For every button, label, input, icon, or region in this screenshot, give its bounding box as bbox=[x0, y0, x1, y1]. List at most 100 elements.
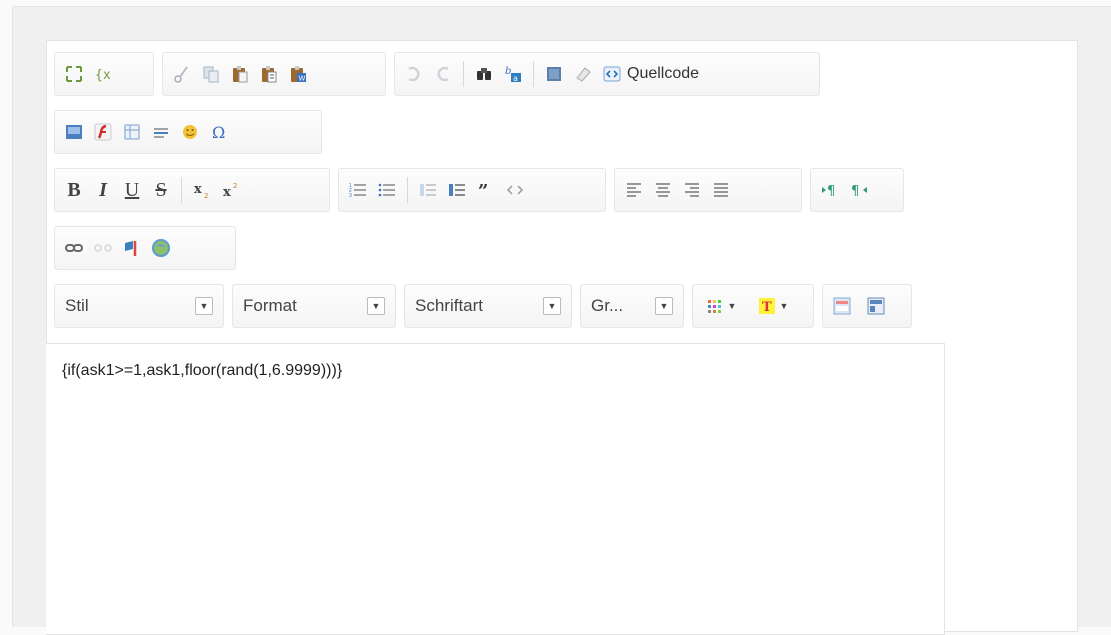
toolbar-group-insert: Ω bbox=[54, 110, 322, 154]
indent-icon bbox=[449, 184, 465, 196]
toolbar-row-5: Stil ▼ Format ▼ Schriftart ▼ Gr... ▼ ▼ T… bbox=[54, 284, 912, 328]
size-combo[interactable]: Gr... ▼ bbox=[580, 284, 684, 328]
special-char-button[interactable]: Ω bbox=[206, 117, 232, 147]
toolbar-group-align bbox=[614, 168, 802, 212]
cut-button[interactable] bbox=[169, 59, 195, 89]
templates-button[interactable] bbox=[863, 291, 889, 321]
select-all-icon bbox=[547, 67, 561, 81]
svg-text:2: 2 bbox=[233, 182, 237, 190]
svg-text:b: b bbox=[505, 66, 511, 77]
globe-icon bbox=[152, 239, 170, 257]
undo-button[interactable] bbox=[401, 59, 427, 89]
globe-button[interactable] bbox=[148, 233, 174, 263]
separator bbox=[181, 177, 182, 203]
underline-button[interactable]: U bbox=[119, 175, 145, 205]
bg-color-button[interactable]: T ▼ bbox=[751, 291, 795, 321]
paste-icon bbox=[233, 66, 248, 83]
blockquote-icon: ” bbox=[478, 181, 488, 199]
numbered-list-button[interactable]: 123 bbox=[345, 175, 371, 205]
separator bbox=[533, 61, 534, 87]
placeholder-button[interactable]: {x} bbox=[90, 59, 116, 89]
toolbar-group-colors: ▼ T ▼ bbox=[692, 284, 814, 328]
toolbar-group-tools bbox=[822, 284, 912, 328]
code-button[interactable] bbox=[502, 175, 528, 205]
editor-text[interactable]: {if(ask1>=1,ask1,floor(rand(1,6.9999)))} bbox=[62, 362, 342, 380]
image-icon bbox=[66, 125, 82, 139]
replace-button[interactable]: ba bbox=[500, 59, 526, 89]
bulleted-list-button[interactable] bbox=[374, 175, 400, 205]
select-all-button[interactable] bbox=[541, 59, 567, 89]
align-justify-button[interactable] bbox=[708, 175, 734, 205]
outdent-button[interactable] bbox=[415, 175, 441, 205]
anchor-icon bbox=[125, 241, 137, 256]
superscript-button[interactable]: x2 bbox=[218, 175, 244, 205]
source-button[interactable]: Quellcode bbox=[599, 59, 703, 89]
strike-button[interactable]: S bbox=[148, 175, 174, 205]
font-combo-label: Schriftart bbox=[415, 296, 484, 315]
copy-button[interactable] bbox=[198, 59, 224, 89]
maximize-button[interactable] bbox=[61, 59, 87, 89]
svg-text:{x}: {x} bbox=[95, 68, 112, 83]
toolbar-row-4 bbox=[54, 226, 236, 270]
italic-button[interactable]: I bbox=[90, 175, 116, 205]
ltr-icon: ¶ bbox=[822, 184, 835, 199]
show-blocks-icon bbox=[833, 297, 851, 315]
chevron-down-icon: ▼ bbox=[195, 297, 213, 315]
style-combo[interactable]: Stil ▼ bbox=[54, 284, 224, 328]
subscript-button[interactable]: x2 bbox=[189, 175, 215, 205]
smiley-icon bbox=[183, 125, 197, 139]
horizontal-rule-icon bbox=[154, 128, 168, 138]
font-combo[interactable]: Schriftart ▼ bbox=[404, 284, 572, 328]
rtl-button[interactable]: ¶ bbox=[846, 175, 872, 205]
redo-button[interactable] bbox=[430, 59, 456, 89]
find-icon bbox=[477, 68, 491, 80]
svg-text:2: 2 bbox=[204, 192, 208, 199]
align-right-icon bbox=[685, 183, 699, 197]
indent-button[interactable] bbox=[444, 175, 470, 205]
format-combo[interactable]: Format ▼ bbox=[232, 284, 396, 328]
bold-icon: B bbox=[67, 178, 81, 201]
align-left-icon bbox=[627, 183, 641, 197]
text-color-button[interactable]: ▼ bbox=[699, 291, 743, 321]
bg-color-icon: T bbox=[758, 298, 775, 315]
link-button[interactable] bbox=[61, 233, 87, 263]
superscript-icon: x2 bbox=[223, 182, 237, 199]
horizontal-rule-button[interactable] bbox=[148, 117, 174, 147]
anchor-button[interactable] bbox=[119, 233, 145, 263]
paste-word-button[interactable]: W bbox=[285, 59, 311, 89]
unlink-icon bbox=[94, 244, 112, 252]
table-button[interactable] bbox=[119, 117, 145, 147]
svg-text:Ω: Ω bbox=[212, 123, 225, 141]
show-blocks-button[interactable] bbox=[829, 291, 855, 321]
templates-icon bbox=[867, 297, 885, 315]
text-color-icon bbox=[707, 300, 721, 313]
chevron-down-icon: ▼ bbox=[543, 297, 561, 315]
special-char-icon: Ω bbox=[212, 123, 225, 141]
style-combo-label: Stil bbox=[65, 296, 89, 315]
align-left-button[interactable] bbox=[621, 175, 647, 205]
ltr-button[interactable]: ¶ bbox=[817, 175, 843, 205]
find-button[interactable] bbox=[471, 59, 497, 89]
align-right-button[interactable] bbox=[679, 175, 705, 205]
replace-icon: ba bbox=[505, 66, 521, 83]
unlink-button[interactable] bbox=[90, 233, 116, 263]
paste-text-button[interactable] bbox=[256, 59, 282, 89]
rtl-icon: ¶ bbox=[851, 184, 867, 199]
smiley-button[interactable] bbox=[177, 117, 203, 147]
align-center-button[interactable] bbox=[650, 175, 676, 205]
image-button[interactable] bbox=[61, 117, 87, 147]
link-icon bbox=[65, 244, 83, 252]
paste-button[interactable] bbox=[227, 59, 253, 89]
cut-icon bbox=[174, 66, 188, 83]
svg-text:a: a bbox=[513, 74, 518, 83]
outdent-icon bbox=[420, 184, 436, 196]
flash-button[interactable] bbox=[90, 117, 116, 147]
remove-format-button[interactable] bbox=[570, 59, 596, 89]
svg-text:¶: ¶ bbox=[827, 184, 835, 199]
editor-content-area[interactable] bbox=[46, 343, 945, 635]
paste-text-icon bbox=[262, 66, 277, 83]
blockquote-button[interactable]: ” bbox=[473, 175, 499, 205]
bold-button[interactable]: B bbox=[61, 175, 87, 205]
align-justify-icon bbox=[714, 183, 728, 197]
source-icon bbox=[603, 66, 621, 82]
